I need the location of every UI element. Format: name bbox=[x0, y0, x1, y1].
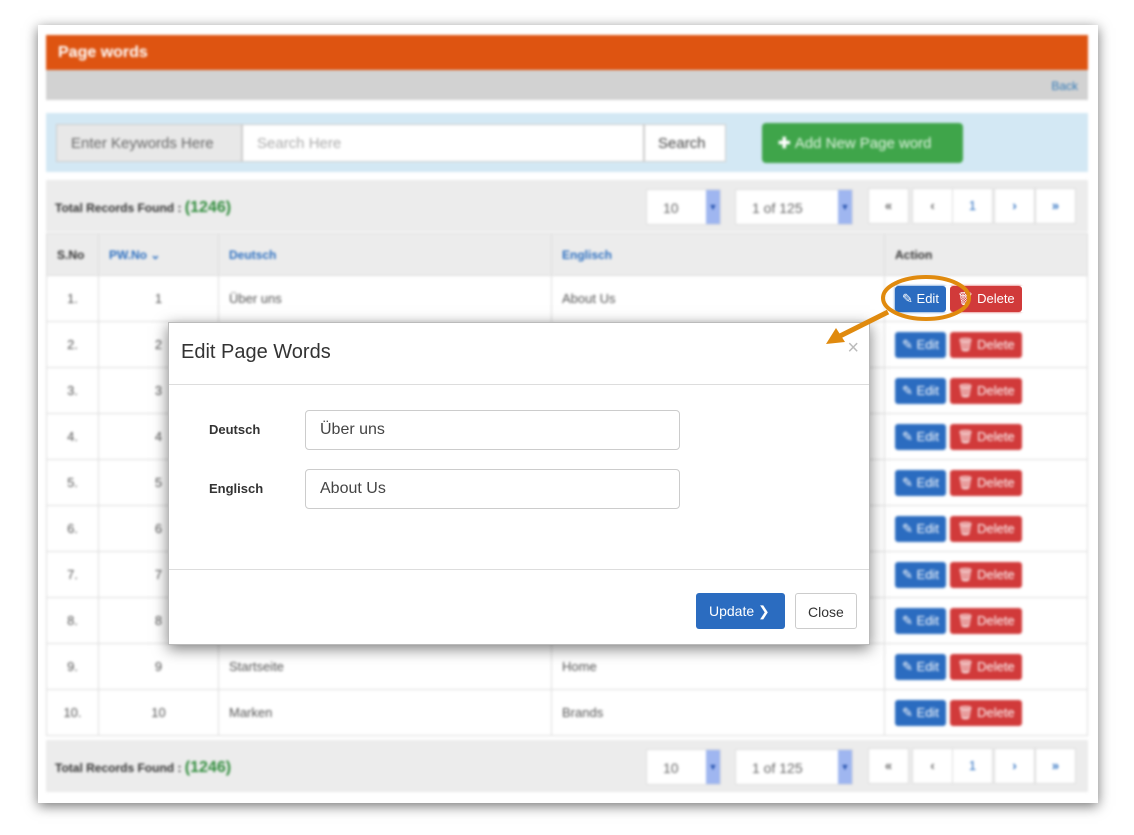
highlight-ellipse bbox=[881, 275, 971, 321]
annotation-overlay bbox=[826, 275, 971, 344]
annotation-arrow bbox=[836, 309, 890, 340]
